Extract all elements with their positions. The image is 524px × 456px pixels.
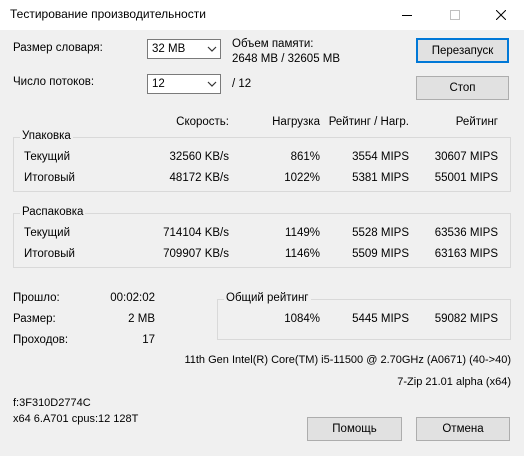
elapsed-value: 00:02:02 — [110, 292, 155, 304]
decompress-group-title: Распаковка — [20, 206, 86, 218]
restart-button[interactable]: Перезапуск — [416, 38, 509, 63]
threads-max: / 12 — [232, 78, 252, 90]
overall-rating-load: 5445 MIPS — [352, 313, 409, 325]
stop-button[interactable]: Стоп — [416, 76, 509, 100]
decompress-total-speed: 709907 KB/s — [163, 248, 229, 260]
overall-load: 1084% — [284, 313, 320, 325]
decompress-current-speed: 714104 KB/s — [163, 227, 229, 239]
compress-group-title: Упаковка — [20, 130, 73, 142]
maximize-icon — [450, 10, 460, 20]
compress-total-load: 1022% — [284, 172, 320, 184]
elapsed-label: Прошло: — [13, 292, 60, 304]
overall-rating-title: Общий рейтинг — [224, 292, 311, 304]
decompress-total-rating: 63163 MIPS — [434, 248, 498, 260]
cancel-button[interactable]: Отмена — [416, 417, 510, 441]
size-value: 2 MB — [128, 313, 155, 325]
version-info: 7-Zip 21.01 alpha (x64) — [397, 376, 511, 388]
compress-current-label: Текущий — [24, 151, 70, 163]
threads-label: Число потоков: — [13, 76, 95, 88]
compress-total-rating: 55001 MIPS — [434, 172, 498, 184]
decompress-current-rating: 63536 MIPS — [434, 227, 498, 239]
dictionary-label: Размер словаря: — [13, 42, 103, 54]
compress-current-rating: 30607 MIPS — [434, 151, 498, 163]
load-column-header: Нагрузка — [272, 116, 320, 128]
passes-label: Проходов: — [13, 334, 69, 346]
memory-value: 2648 MB / 32605 MB — [232, 53, 341, 65]
dictionary-value: 32 MB — [152, 43, 186, 55]
compress-total-speed: 48172 KB/s — [169, 172, 229, 184]
compress-total-label: Итоговый — [24, 172, 75, 184]
maximize-button[interactable] — [432, 0, 478, 30]
flags-info: f:3F310D2774C — [13, 397, 91, 409]
speed-column-header: Скорость: — [176, 116, 229, 128]
threads-value: 12 — [152, 78, 165, 90]
decompress-current-load: 1149% — [285, 227, 320, 239]
decompress-total-load: 1146% — [285, 248, 320, 260]
threads-select[interactable]: 12 — [147, 74, 221, 94]
size-label: Размер: — [13, 313, 56, 325]
compress-current-load: 861% — [290, 151, 320, 163]
dictionary-select[interactable]: 32 MB — [147, 39, 221, 59]
passes-value: 17 — [142, 334, 155, 346]
cpu-info: 11th Gen Intel(R) Core(TM) i5-11500 @ 2.… — [184, 354, 511, 366]
decompress-current-rating-load: 5528 MIPS — [352, 227, 409, 239]
decompress-total-label: Итоговый — [24, 248, 75, 260]
minimize-button[interactable] — [384, 0, 430, 30]
help-button[interactable]: Помощь — [307, 417, 402, 441]
compress-total-rating-load: 5381 MIPS — [352, 172, 409, 184]
close-icon — [496, 10, 506, 20]
compress-current-rating-load: 3554 MIPS — [352, 151, 409, 163]
chevron-down-icon — [207, 46, 217, 52]
window-title: Тестирование производительности — [10, 7, 206, 21]
decompress-current-label: Текущий — [24, 227, 70, 239]
minimize-icon — [402, 15, 412, 16]
rating-load-column-header: Рейтинг / Нагр. — [328, 116, 409, 128]
close-button[interactable] — [478, 0, 524, 30]
chevron-down-icon — [207, 81, 217, 87]
memory-label: Объем памяти: — [232, 38, 314, 50]
compress-current-speed: 32560 KB/s — [169, 151, 229, 163]
arch-info: x64 6.A701 cpus:12 128T — [13, 413, 139, 425]
decompress-total-rating-load: 5509 MIPS — [352, 248, 409, 260]
overall-rating-value: 59082 MIPS — [434, 313, 498, 325]
rating-column-header: Рейтинг — [455, 116, 498, 128]
